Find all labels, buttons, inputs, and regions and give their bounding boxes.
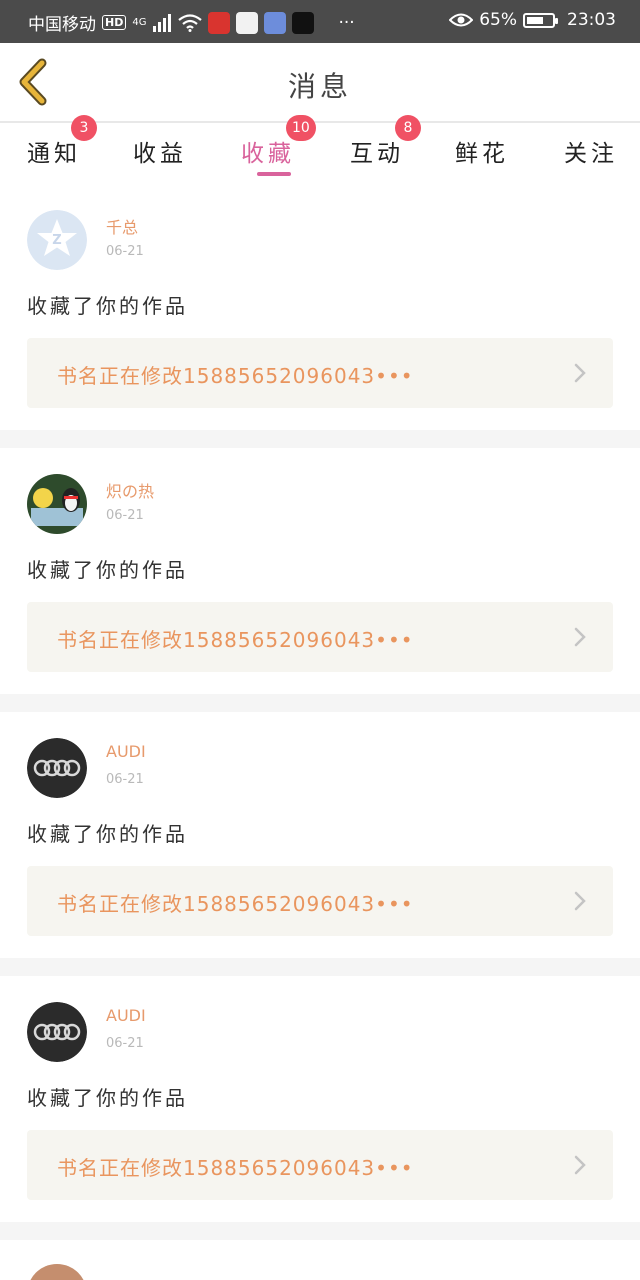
timestamp: 06-21 (106, 772, 144, 787)
feed-item: AUDI 06-21 收藏了你的作品 书名正在修改15885652096043•… (0, 978, 640, 1224)
unread-badge: 8 (395, 115, 421, 141)
timestamp: 06-21 (106, 1036, 144, 1051)
tab-notifications[interactable]: 通知 3 (19, 115, 97, 168)
video-app-icon (208, 11, 231, 34)
feed-item: AUDI 06-21 收藏了你的作品 书名正在修改15885652096043•… (0, 714, 640, 960)
timestamp: 06-21 (106, 508, 144, 523)
tab-bar: 通知 3 收益 收藏 10 互动 8 鲜花 关注 (0, 115, 640, 182)
chevron-right-icon (574, 363, 586, 383)
carrier-label: 中国移动 (28, 15, 96, 35)
avatar[interactable] (27, 1264, 87, 1280)
unread-badge: 10 (286, 115, 316, 141)
username[interactable]: 炽の热 (106, 478, 154, 502)
avatar[interactable] (27, 474, 87, 534)
more-notifications-icon: ··· (338, 12, 355, 33)
username[interactable]: AUDI (106, 1006, 146, 1025)
tab-label: 互动 (350, 141, 404, 167)
tab-label: 鲜花 (455, 141, 509, 167)
username[interactable]: 千总 (106, 214, 138, 238)
feed-item: 炽の热 06-21 收藏了你的作品 书名正在修改15885652096043••… (0, 450, 640, 696)
eye-icon (449, 13, 474, 27)
divider (0, 1222, 640, 1240)
clock: 23:03 (567, 10, 616, 30)
avatar[interactable] (27, 1002, 87, 1062)
hd-icon: HD (102, 15, 127, 30)
battery-icon (523, 12, 558, 28)
tab-interactions[interactable]: 互动 8 (342, 115, 421, 168)
message-text: 收藏了你的作品 (27, 822, 188, 846)
work-title: 书名正在修改15885652096043••• (57, 628, 414, 652)
unread-badge: 3 (71, 115, 97, 141)
tab-label: 收益 (133, 141, 187, 167)
tab-label: 通知 (27, 141, 81, 167)
battery-percent: 65% (479, 10, 517, 30)
work-link[interactable]: 书名正在修改15885652096043••• (27, 602, 613, 672)
username[interactable]: AUDI (106, 742, 146, 761)
divider (0, 958, 640, 976)
tab-flowers[interactable]: 鲜花 (447, 134, 517, 168)
tab-earnings[interactable]: 收益 (125, 134, 195, 168)
work-link[interactable]: 书名正在修改15885652096043••• (27, 1130, 613, 1200)
chevron-right-icon (574, 1155, 586, 1175)
wifi-icon (178, 13, 203, 32)
work-title: 书名正在修改15885652096043••• (57, 364, 414, 388)
avatar[interactable] (27, 738, 87, 798)
work-link[interactable]: 书名正在修改15885652096043••• (27, 866, 613, 936)
status-bar: 中国移动 HD 4G ··· 65% 23:03 (0, 0, 640, 43)
app-header: 消息 (0, 43, 640, 123)
message-text: 收藏了你的作品 (27, 558, 188, 582)
message-text: 收藏了你的作品 (27, 1086, 188, 1110)
tab-following[interactable]: 关注 (556, 134, 626, 168)
feed-item-partial (0, 1240, 640, 1280)
work-title: 书名正在修改15885652096043••• (57, 892, 414, 916)
work-link[interactable]: 书名正在修改15885652096043••• (27, 338, 613, 408)
signal-icon (153, 13, 172, 32)
tiktok-icon (292, 11, 315, 34)
network-type-label: 4G (132, 17, 147, 28)
work-title: 书名正在修改15885652096043••• (57, 1156, 414, 1180)
message-text: 收藏了你的作品 (27, 294, 188, 318)
chevron-right-icon (574, 627, 586, 647)
divider (0, 694, 640, 712)
chevron-right-icon (574, 891, 586, 911)
tab-label: 关注 (564, 141, 618, 167)
active-tab-indicator (257, 172, 291, 176)
divider (0, 430, 640, 448)
svg-text:Z: Z (52, 233, 61, 248)
feed-item: Z 千总 06-21 收藏了你的作品 书名正在修改15885652096043•… (0, 186, 640, 432)
avatar[interactable]: Z (27, 210, 87, 270)
timestamp: 06-21 (106, 244, 144, 259)
tab-label: 收藏 (241, 141, 295, 167)
music-app-icon (264, 11, 287, 34)
huawei-app-icon (236, 11, 259, 34)
tab-favorites[interactable]: 收藏 10 (233, 115, 316, 176)
page-title: 消息 (287, 70, 352, 103)
